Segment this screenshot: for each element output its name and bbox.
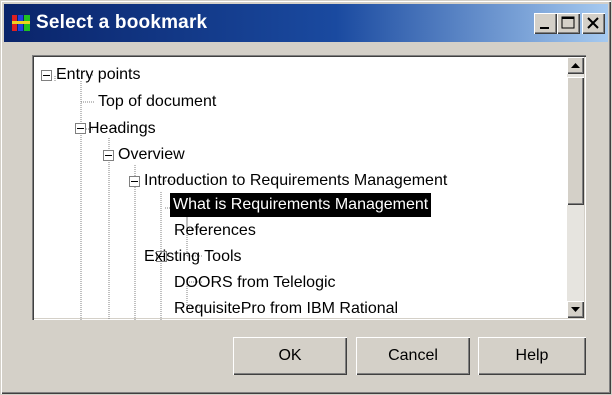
maximize-icon [561, 16, 575, 29]
bookmark-app-icon [12, 15, 30, 31]
scroll-up-button[interactable] [567, 57, 584, 74]
arrow-down-icon [571, 307, 580, 312]
tree-canvas: Entry points Top of document Headings Ov… [32, 55, 567, 320]
minimize-button[interactable] [534, 13, 557, 34]
minus-box-icon[interactable] [41, 70, 52, 81]
bookmark-tree[interactable]: Entry points Top of document Headings Ov… [32, 55, 586, 320]
tree-node-entry-points[interactable]: Entry points [56, 63, 140, 87]
window-title: Select a bookmark [36, 12, 208, 33]
help-button[interactable]: Help [478, 337, 586, 375]
tree-node-introduction[interactable]: Introduction to Requirements Management [144, 169, 447, 193]
arrow-up-icon [571, 63, 580, 68]
tree-node-existing-tools[interactable]: Existing Tools [144, 245, 242, 269]
title-bar[interactable]: Select a bookmark [4, 4, 608, 42]
maximize-button[interactable] [557, 13, 580, 34]
minus-box-icon[interactable] [75, 123, 86, 134]
ok-button[interactable]: OK [233, 337, 347, 375]
tree-node-overview[interactable]: Overview [118, 143, 185, 167]
vertical-scrollbar[interactable] [567, 57, 584, 318]
scroll-down-button[interactable] [567, 301, 584, 318]
tree-node-what-is-requirements-management[interactable]: What is Requirements Management [170, 193, 432, 217]
tree-node-references[interactable]: References [174, 219, 256, 243]
scroll-thumb[interactable] [567, 77, 584, 205]
minus-box-icon[interactable] [103, 150, 114, 161]
tree-node-doors[interactable]: DOORS from Telelogic [174, 271, 336, 295]
dialog-window: Select a bookmark Entry points Top of do… [0, 0, 612, 395]
minus-box-icon[interactable] [129, 176, 140, 187]
minimize-icon [540, 27, 549, 29]
tree-node-requisitepro[interactable]: RequisitePro from IBM Rational [174, 297, 398, 320]
tree-node-top-of-document[interactable]: Top of document [98, 90, 216, 114]
close-button[interactable] [582, 13, 605, 34]
cancel-button[interactable]: Cancel [356, 337, 470, 375]
close-icon [587, 17, 599, 29]
tree-node-headings[interactable]: Headings [88, 117, 156, 141]
